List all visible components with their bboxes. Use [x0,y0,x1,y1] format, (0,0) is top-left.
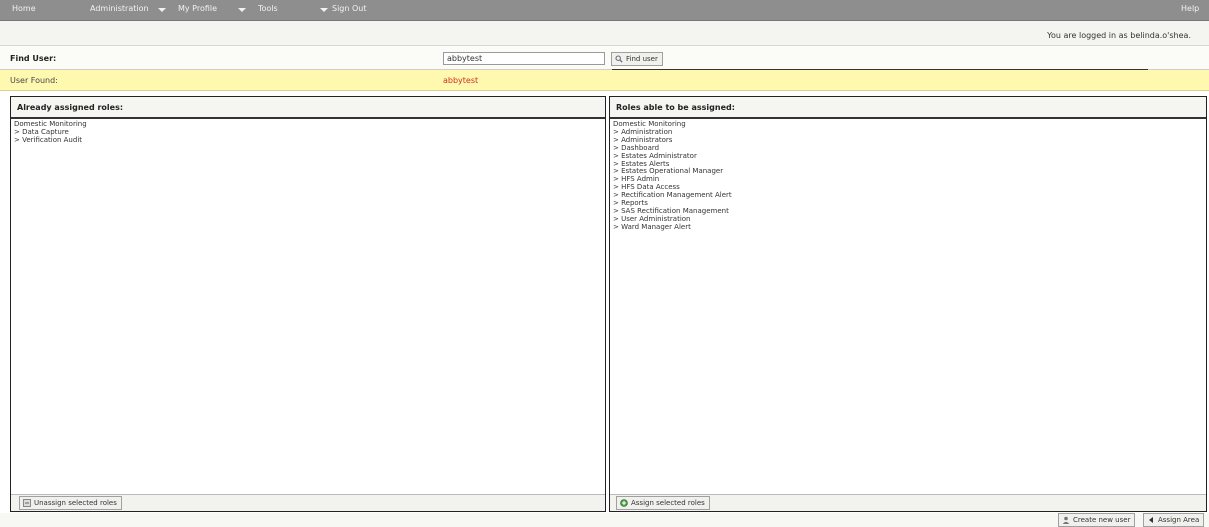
user-found-label: User Found: [10,76,58,85]
chevron-down-icon[interactable] [158,8,166,12]
available-roles-panel: Roles able to be assigned: Domestic Moni… [609,96,1207,512]
assign-roles-button[interactable]: Assign selected roles [616,496,710,510]
user-found-row: User Found: abbytest [0,69,1209,91]
assign-area-button[interactable]: Assign Area [1143,513,1205,527]
bottom-action-bar: Create new user Assign Area [0,513,1209,527]
find-user-row: Find User: abbytest Find user [0,46,1209,70]
available-roles-footer: Assign selected roles [610,494,1206,511]
available-roles-list[interactable]: Domestic Monitoring > Administration > A… [613,120,732,232]
assign-area-label: Assign Area [1158,516,1200,524]
list-item[interactable]: > Ward Manager Alert [613,223,732,232]
assigned-roles-footer: Unassign selected roles [11,494,605,511]
chevron-down-icon[interactable] [320,8,328,12]
magnifier-icon [615,55,623,63]
find-user-button[interactable]: Find user [611,52,663,66]
unassign-roles-button[interactable]: Unassign selected roles [19,496,122,510]
assigned-roles-header: Already assigned roles: [11,97,605,119]
nav-home[interactable]: Home [12,4,36,13]
available-roles-title: Roles able to be assigned: [616,103,735,112]
nav-administration[interactable]: Administration [90,4,149,13]
assign-roles-label: Assign selected roles [631,499,705,507]
find-user-input[interactable]: abbytest [443,52,605,65]
user-found-value: abbytest [443,76,479,85]
create-user-label: Create new user [1073,516,1131,524]
find-user-button-label: Find user [626,55,658,63]
assigned-roles-panel: Already assigned roles: Domestic Monitor… [10,96,606,512]
logged-in-text: You are logged in as belinda.o'shea. [1047,31,1191,40]
assigned-roles-title: Already assigned roles: [17,103,124,112]
list-item[interactable]: > Verification Audit [14,136,87,145]
user-icon [1062,516,1070,524]
nav-help[interactable]: Help [1181,4,1199,13]
unassign-roles-label: Unassign selected roles [34,499,117,507]
nav-my-profile[interactable]: My Profile [178,4,217,13]
top-navigation: Home Administration My Profile Tools Sig… [0,0,1209,21]
create-user-button[interactable]: Create new user [1058,513,1136,527]
divider [612,69,1148,70]
remove-icon [23,499,31,507]
arrow-left-icon [1149,517,1153,523]
nav-tools[interactable]: Tools [258,4,278,13]
nav-sign-out[interactable]: Sign Out [332,4,367,13]
available-roles-header: Roles able to be assigned: [610,97,1206,119]
add-icon [620,499,628,507]
assigned-roles-list[interactable]: Domestic Monitoring > Data Capture > Ver… [14,120,87,145]
find-user-label: Find User: [10,54,57,63]
chevron-down-icon[interactable] [238,8,246,12]
session-bar: You are logged in as belinda.o'shea. [0,21,1209,46]
